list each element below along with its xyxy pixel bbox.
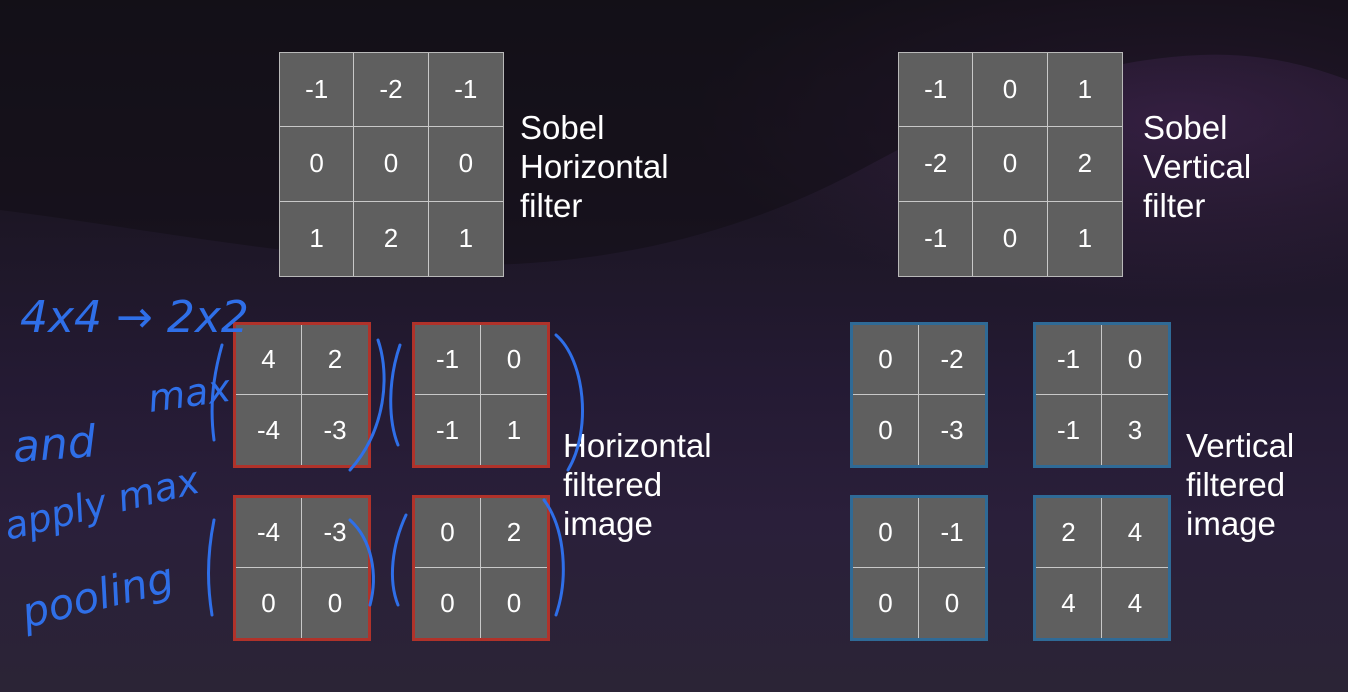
label-line: filter bbox=[1143, 187, 1206, 224]
horizontal-block-top-right: -1 0 -1 1 bbox=[412, 322, 550, 468]
matrix-cell: 0 bbox=[506, 587, 522, 618]
kernel-cell: 1 bbox=[458, 223, 474, 254]
matrix-cell: 0 bbox=[853, 568, 919, 638]
matrix-cell: -3 bbox=[302, 498, 368, 568]
horizontal-block-bottom-left: -4 -3 0 0 bbox=[233, 495, 371, 641]
matrix-cell: -4 bbox=[236, 498, 302, 568]
label-line: Horizontal bbox=[520, 148, 669, 185]
matrix-cell: 0 bbox=[853, 325, 919, 395]
kernel-cell: -1 bbox=[899, 201, 974, 276]
label-line: Vertical bbox=[1186, 427, 1295, 464]
matrix-cell: 2 bbox=[1036, 498, 1102, 568]
label-line: Vertical bbox=[1143, 148, 1252, 185]
sobel-vertical-label: Sobel Vertical filter bbox=[1143, 108, 1251, 225]
vertical-filtered-label: Vertical filtered image bbox=[1186, 426, 1294, 543]
kernel-cell: 1 bbox=[1047, 53, 1122, 128]
kernel-cell: 0 bbox=[280, 127, 355, 202]
matrix-cell: 4 bbox=[1036, 568, 1102, 638]
kernel-cell: -2 bbox=[899, 127, 974, 202]
horizontal-block-bottom-right: 0 2 0 0 bbox=[412, 495, 550, 641]
matrix-cell: -4 bbox=[236, 395, 302, 465]
kernel-cell: 1 bbox=[1077, 223, 1093, 254]
sobel-horizontal-label: Sobel Horizontal filter bbox=[520, 108, 669, 225]
kernel-cell: 0 bbox=[354, 127, 429, 202]
matrix-cell: 3 bbox=[1127, 414, 1143, 445]
kernel-cell: 0 bbox=[973, 127, 1048, 202]
label-line: filtered bbox=[1186, 466, 1286, 503]
matrix-cell: 0 bbox=[327, 587, 343, 618]
kernel-cell: 0 bbox=[428, 127, 503, 202]
matrix-cell: -1 bbox=[1036, 395, 1102, 465]
matrix-cell: 0 bbox=[853, 395, 919, 465]
kernel-cell: 0 bbox=[973, 201, 1048, 276]
horizontal-filtered-label: Horizontal filtered image bbox=[563, 426, 712, 543]
matrix-cell: -2 bbox=[919, 325, 985, 395]
label-line: image bbox=[1186, 505, 1276, 542]
label-line: filtered bbox=[563, 466, 663, 503]
kernel-cell: -1 bbox=[899, 53, 974, 128]
matrix-cell: 0 bbox=[1102, 325, 1168, 395]
matrix-cell: 2 bbox=[302, 325, 368, 395]
kernel-cell: 2 bbox=[1047, 127, 1122, 202]
matrix-cell: 1 bbox=[506, 414, 522, 445]
matrix-cell: 4 bbox=[1102, 498, 1168, 568]
matrix-cell: 2 bbox=[481, 498, 547, 568]
label-line: Sobel bbox=[1143, 109, 1228, 146]
label-line: filter bbox=[520, 187, 583, 224]
kernel-cell: 0 bbox=[973, 53, 1048, 128]
sobel-horizontal-kernel: -1 -2 -1 0 0 0 1 2 1 bbox=[279, 52, 504, 277]
kernel-cell: -1 bbox=[428, 53, 503, 128]
matrix-cell: -1 bbox=[919, 498, 985, 568]
matrix-cell: -1 bbox=[415, 325, 481, 395]
matrix-cell: 4 bbox=[1127, 587, 1143, 618]
vertical-block-top-left: 0 -2 0 -3 bbox=[850, 322, 988, 468]
matrix-cell: -3 bbox=[323, 414, 347, 445]
kernel-cell: 2 bbox=[354, 201, 429, 276]
vertical-block-bottom-left: 0 -1 0 0 bbox=[850, 495, 988, 641]
kernel-cell: 1 bbox=[280, 201, 355, 276]
label-line: image bbox=[563, 505, 653, 542]
matrix-cell: 0 bbox=[944, 587, 960, 618]
matrix-cell: 4 bbox=[236, 325, 302, 395]
matrix-cell: -1 bbox=[415, 395, 481, 465]
horizontal-block-top-left: 4 2 -4 -3 bbox=[233, 322, 371, 468]
matrix-cell: 0 bbox=[236, 568, 302, 638]
matrix-cell: -1 bbox=[1036, 325, 1102, 395]
kernel-cell: -1 bbox=[280, 53, 355, 128]
vertical-block-top-right: -1 0 -1 3 bbox=[1033, 322, 1171, 468]
sobel-vertical-kernel: -1 0 1 -2 0 2 -1 0 1 bbox=[898, 52, 1123, 277]
matrix-cell: 0 bbox=[415, 498, 481, 568]
matrix-cell: 0 bbox=[481, 325, 547, 395]
matrix-cell: -3 bbox=[940, 414, 964, 445]
vertical-block-bottom-right: 2 4 4 4 bbox=[1033, 495, 1171, 641]
matrix-cell: 0 bbox=[415, 568, 481, 638]
kernel-cell: -2 bbox=[354, 53, 429, 128]
label-line: Sobel bbox=[520, 109, 605, 146]
label-line: Horizontal bbox=[563, 427, 712, 464]
matrix-cell: 0 bbox=[853, 498, 919, 568]
